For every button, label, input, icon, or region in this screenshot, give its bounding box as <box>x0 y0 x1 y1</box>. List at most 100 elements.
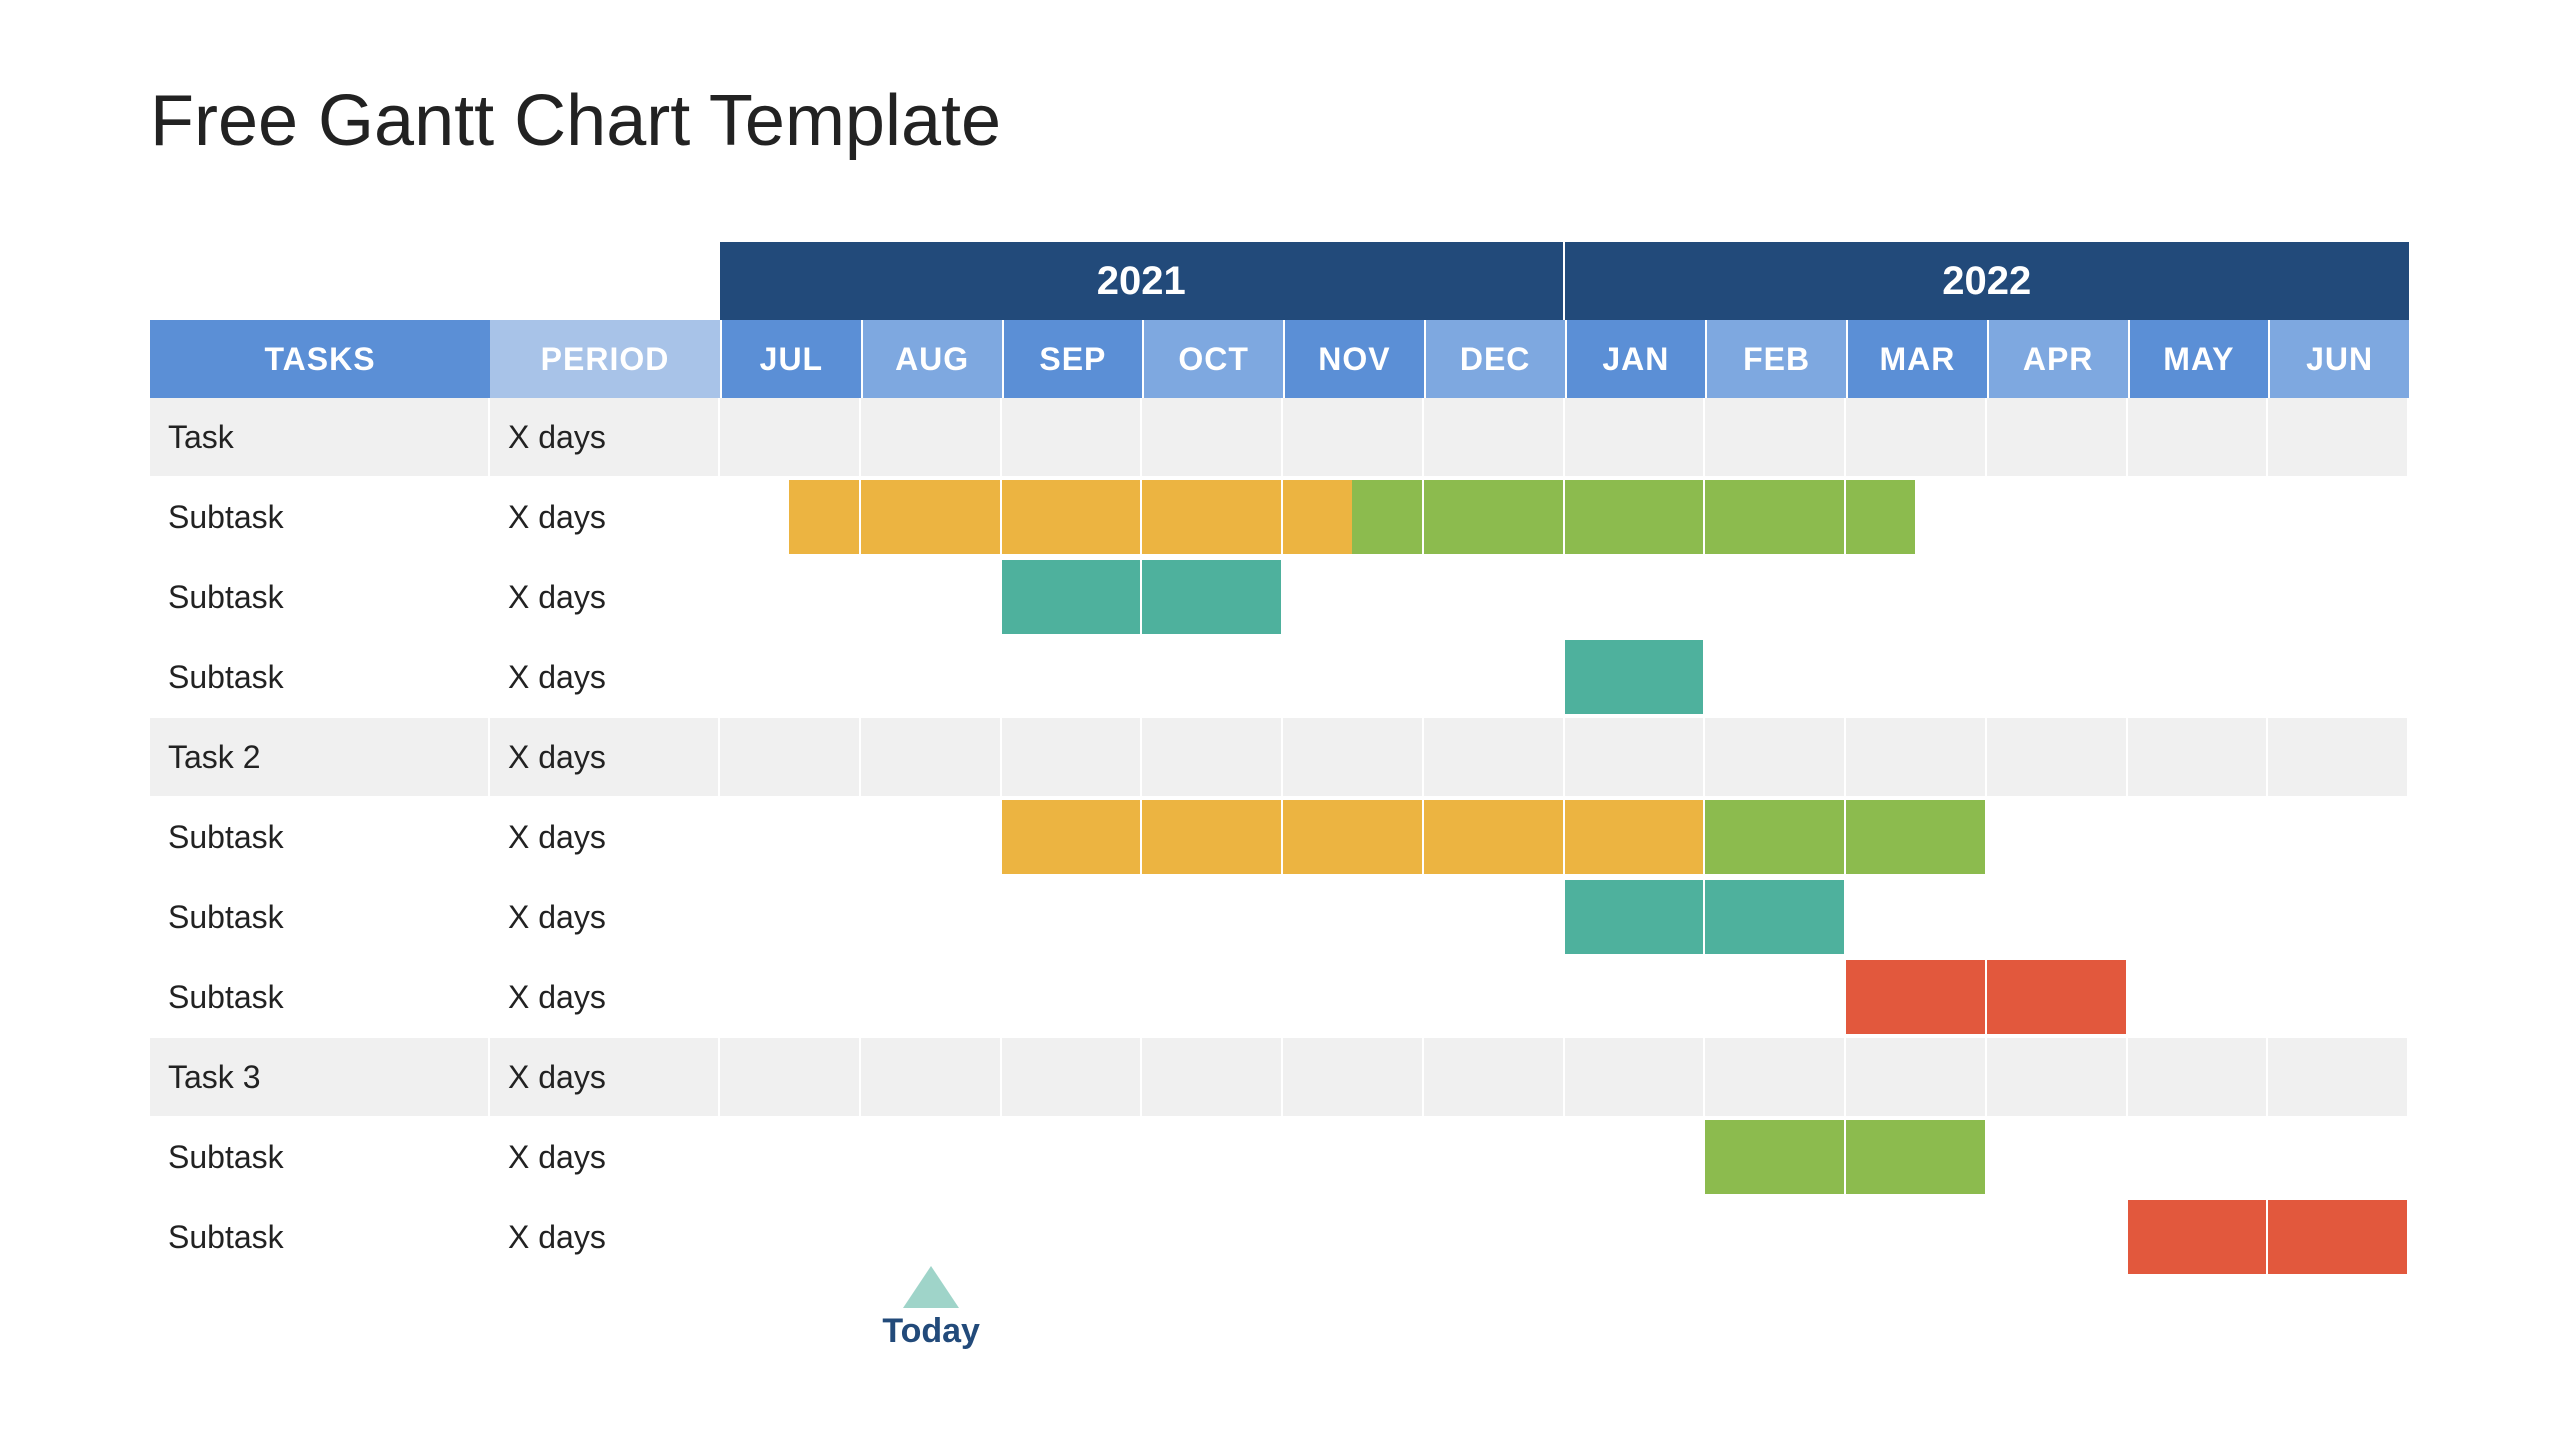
gantt-cell <box>1565 718 1706 796</box>
gantt-cell <box>1424 638 1565 716</box>
gantt-cell <box>720 878 861 956</box>
gantt-bar <box>1283 480 1352 554</box>
gantt-cell <box>1283 798 1424 876</box>
gantt-cell <box>1142 638 1283 716</box>
page-title: Free Gantt Chart Template <box>150 80 2409 162</box>
task-name: Task 3 <box>150 1038 490 1116</box>
gantt-bar <box>1142 800 1281 874</box>
year-header-row: 2021 2022 <box>150 242 2409 320</box>
gantt-bar <box>1142 480 1281 554</box>
header-month: MAY <box>2128 320 2269 398</box>
gantt-cell <box>1705 878 1846 956</box>
gantt-cell <box>2128 798 2269 876</box>
task-name: Subtask <box>150 798 490 876</box>
gantt-bar <box>1705 1120 1844 1194</box>
gantt-cell <box>1846 638 1987 716</box>
gantt-cell <box>861 958 1002 1036</box>
gantt-cell <box>1002 798 1143 876</box>
gantt-cell <box>861 1038 1002 1116</box>
gantt-cell <box>1002 478 1143 556</box>
gantt-bar <box>1424 480 1563 554</box>
gantt-cell <box>1705 478 1846 556</box>
gantt-cell <box>1424 478 1565 556</box>
gantt-bar <box>1424 800 1563 874</box>
gantt-cell <box>1002 638 1143 716</box>
gantt-bar <box>1002 480 1141 554</box>
gantt-cell <box>1987 478 2128 556</box>
year-2021: 2021 <box>720 242 1565 320</box>
gantt-bar <box>1142 560 1281 634</box>
gantt-cell <box>1565 798 1706 876</box>
gantt-bar <box>1002 800 1141 874</box>
gantt-cell <box>1846 878 1987 956</box>
gantt-cell <box>1565 1118 1706 1196</box>
gantt-cell <box>1283 1118 1424 1196</box>
task-name: Subtask <box>150 1118 490 1196</box>
gantt-cell <box>1002 1198 1143 1276</box>
gantt-cell <box>2268 638 2409 716</box>
gantt-cell <box>1705 558 1846 636</box>
gantt-bar <box>1565 880 1704 954</box>
gantt-cell <box>1002 398 1143 476</box>
gantt-bar <box>1352 480 1421 554</box>
gantt-bar <box>861 480 1000 554</box>
task-period: X days <box>490 1038 720 1116</box>
gantt-cell <box>861 478 1002 556</box>
gantt-cell <box>720 798 861 876</box>
gantt-cell <box>1846 558 1987 636</box>
gantt-cell <box>2128 478 2269 556</box>
gantt-cell <box>1987 1038 2128 1116</box>
gantt-cell <box>1987 1118 2128 1196</box>
gantt-cell <box>1142 1038 1283 1116</box>
gantt-task-row: TaskX days <box>150 398 2409 478</box>
gantt-cell <box>861 558 1002 636</box>
task-name: Subtask <box>150 478 490 556</box>
gantt-cell <box>1987 958 2128 1036</box>
task-period: X days <box>490 798 720 876</box>
gantt-cell <box>1142 958 1283 1036</box>
year-2022: 2022 <box>1565 242 2410 320</box>
gantt-subtask-row: SubtaskX days <box>150 478 2409 558</box>
header-month: JUN <box>2268 320 2409 398</box>
gantt-subtask-row: SubtaskX days <box>150 958 2409 1038</box>
gantt-cell <box>1705 638 1846 716</box>
gantt-cell <box>861 798 1002 876</box>
gantt-cell <box>1987 878 2128 956</box>
gantt-bar <box>1705 800 1844 874</box>
task-period: X days <box>490 1198 720 1276</box>
gantt-cell <box>1987 398 2128 476</box>
gantt-bar <box>1002 560 1141 634</box>
gantt-bar <box>1283 800 1422 874</box>
gantt-cell <box>1565 1038 1706 1116</box>
gantt-cell <box>1846 1038 1987 1116</box>
gantt-cell <box>720 958 861 1036</box>
gantt-cell <box>1142 478 1283 556</box>
gantt-cell <box>1283 558 1424 636</box>
header-month: SEP <box>1002 320 1143 398</box>
task-period: X days <box>490 558 720 636</box>
gantt-cell <box>720 1118 861 1196</box>
gantt-cell <box>861 718 1002 796</box>
gantt-cell <box>1142 398 1283 476</box>
gantt-cell <box>720 558 861 636</box>
gantt-cell <box>1565 638 1706 716</box>
gantt-bar <box>1846 800 1985 874</box>
task-period: X days <box>490 878 720 956</box>
gantt-cell <box>2268 1038 2409 1116</box>
gantt-bar <box>1705 880 1844 954</box>
gantt-bar <box>1705 480 1844 554</box>
gantt-task-row: Task 3X days <box>150 1038 2409 1118</box>
gantt-cell <box>2268 718 2409 796</box>
gantt-cell <box>1142 878 1283 956</box>
gantt-cell <box>1424 958 1565 1036</box>
task-period: X days <box>490 398 720 476</box>
task-period: X days <box>490 638 720 716</box>
task-name: Subtask <box>150 958 490 1036</box>
gantt-cell <box>1846 1198 1987 1276</box>
gantt-cell <box>1705 958 1846 1036</box>
gantt-cell <box>1142 558 1283 636</box>
gantt-cell <box>861 398 1002 476</box>
gantt-cell <box>720 1198 861 1276</box>
gantt-subtask-row: SubtaskX days <box>150 1198 2409 1278</box>
gantt-cell <box>1142 1198 1283 1276</box>
